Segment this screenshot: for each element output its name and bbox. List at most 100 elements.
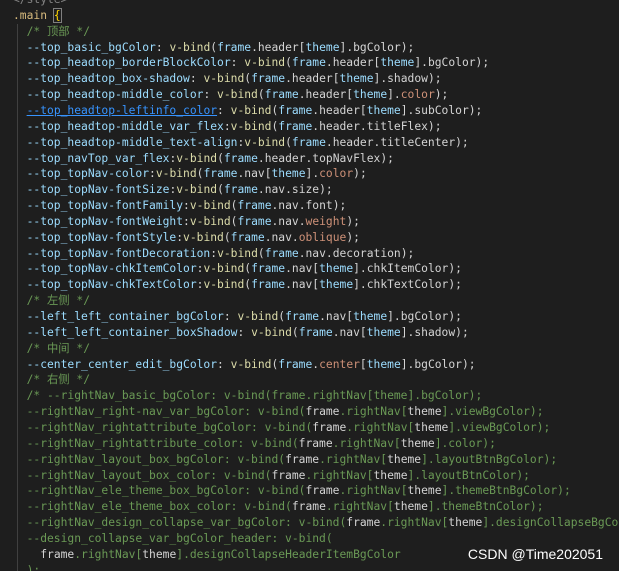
code-token: frame <box>251 72 286 86</box>
code-line[interactable]: --top_topNav-fontWeight:v-bind(frame.nav… <box>13 214 360 230</box>
code-token: v-bind <box>230 103 272 117</box>
code-token: frame <box>217 40 252 54</box>
code-token: .nav. <box>264 230 299 244</box>
code-line[interactable]: --top_headtop_borderBlockColor: v-bind(f… <box>13 55 490 71</box>
code-line[interactable]: /* 顶部 */ <box>13 24 90 40</box>
code-line[interactable]: ); <box>13 563 41 571</box>
code-token: theme <box>319 262 354 276</box>
code-token: ].bgColor); <box>414 56 490 70</box>
code-token: frame <box>298 436 333 450</box>
code-token: --top_topNav-fontSize <box>13 183 170 197</box>
code-line[interactable]: --top_headtop-middle_text-align:v-bind(f… <box>13 135 469 151</box>
code-line[interactable]: --top_topNav-chkItemColor:v-bind(frame.n… <box>13 261 462 277</box>
code-token: .rightNav[ <box>380 516 449 530</box>
code-token: frame <box>278 103 313 117</box>
code-token: frame <box>285 310 320 323</box>
code-token: v-bind <box>203 262 245 276</box>
code-line[interactable]: --center_center_edit_bgColor: v-bind(fra… <box>13 357 476 373</box>
code-token: : <box>223 310 238 323</box>
code-line[interactable]: --top_topNav-chkTextColor:v-bind(frame.n… <box>13 277 462 293</box>
code-line[interactable]: /* 右侧 */ <box>13 372 90 388</box>
code-line[interactable]: --top_topNav-color:v-bind(frame.nav[them… <box>13 166 367 182</box>
code-line[interactable]: --left_left_container_boxShadow: v-bind(… <box>13 325 469 341</box>
code-token: theme <box>373 468 408 482</box>
code-token: v-bind <box>189 214 231 228</box>
code-token: </style> <box>13 0 67 6</box>
code-line[interactable]: --rightNav_ele_theme_box_color: v-bind(f… <box>13 499 544 515</box>
code-token: --top_headtop-middle_color <box>13 88 204 102</box>
code-line[interactable]: /* 中间 */ <box>13 341 90 357</box>
code-line[interactable]: --rightNav_layout_box_color: v-bind(fram… <box>13 468 530 484</box>
code-token: v-bind( <box>264 420 313 434</box>
code-token: color <box>400 88 435 102</box>
code-token: .rightNav[ <box>305 468 374 482</box>
code-token: --top_topNav-chkItemColor <box>13 262 197 276</box>
code-line[interactable]: /* --rightNav_basic_bgColor: v-bind(fram… <box>13 388 483 404</box>
code-line[interactable]: --top_headtop-middle_var_flex:v-bind(fra… <box>13 119 442 135</box>
code-token: v-bind( <box>237 452 286 466</box>
code-token: .rightNav[ <box>339 405 408 419</box>
code-line[interactable]: --rightNav_design_collapse_var_bgColor: … <box>13 515 619 531</box>
code-token: v-bind <box>251 325 292 339</box>
code-token: /* 左侧 */ <box>13 294 91 308</box>
code-token: --left_left_container_boxShadow <box>13 325 238 339</box>
code-line[interactable]: --top_basic_bgColor: v-bind(frame.header… <box>13 40 415 56</box>
code-token: v-bind <box>244 56 286 70</box>
code-token: --rightNav_layout_box_color: <box>13 468 224 482</box>
code-line[interactable]: --rightNav_right-nav_var_bgColor: v-bind… <box>13 404 544 420</box>
code-token: theme <box>393 500 428 514</box>
code-token: v-bind <box>183 230 224 244</box>
code-line[interactable]: </style> <box>13 0 67 8</box>
code-token: v-bind( <box>251 436 299 450</box>
code-token: .rightNav[ <box>332 436 401 450</box>
code-token: : <box>237 325 252 339</box>
code-line[interactable]: --top_headtop-leftinfo_color: v-bind(fra… <box>13 103 483 119</box>
code-token: ].viewBgColor); <box>448 420 551 434</box>
code-token: : <box>149 167 156 181</box>
code-token: .rightNav[ <box>346 420 415 434</box>
code-token: /* 顶部 */ <box>13 24 91 38</box>
code-line[interactable]: --left_left_container_bgColor: v-bind(fr… <box>13 309 462 325</box>
code-token: --left_left_container_bgColor <box>13 310 224 323</box>
code-token: theme <box>387 452 422 466</box>
code-token: theme <box>305 40 340 54</box>
code-token: ].shadow); <box>400 325 469 339</box>
code-editor[interactable]: </style>.main { /* 顶部 */ --top_basic_bgC… <box>0 0 619 571</box>
code-line[interactable]: /* 左侧 */ <box>13 293 90 309</box>
code-token: v-bind <box>217 246 258 260</box>
code-token: ].themeBtnColor); <box>427 500 544 514</box>
code-line[interactable]: --rightNav_layout_box_bgColor: v-bind(fr… <box>13 452 558 468</box>
code-line[interactable]: --top_headtop_box-shadow: v-bind(frame.h… <box>13 71 442 87</box>
code-token: .header[ <box>285 72 340 86</box>
code-token: --top_topNav-fontDecoration <box>13 246 211 260</box>
code-token: --top_topNav-color <box>13 167 150 181</box>
code-line[interactable]: frame.rightNav[theme].designCollapseHead… <box>13 547 401 563</box>
code-token: theme <box>271 167 306 181</box>
code-token: ].layoutBtnColor); <box>407 468 530 482</box>
code-line[interactable]: --top_topNav-fontDecoration:v-bind(frame… <box>13 246 415 262</box>
code-token: v-bind <box>244 135 286 149</box>
code-line[interactable]: --rightNav_rightattribute_bgColor: v-bin… <box>13 420 551 436</box>
code-token: --top_headtop_borderBlockColor <box>13 56 231 70</box>
code-token: ].designCollapseHeaderItemBgColor <box>176 547 401 561</box>
code-line[interactable]: --top_topNav-fontSize:v-bind(frame.nav.s… <box>13 182 333 198</box>
code-token: ].color); <box>434 436 496 450</box>
code-token: .header.titleFlex); <box>312 119 442 133</box>
code-line[interactable]: --top_topNav-fontStyle:v-bind(frame.nav.… <box>13 230 360 246</box>
code-line[interactable]: --top_headtop-middle_color: v-bind(frame… <box>13 87 449 103</box>
code-token: ].chkTextColor); <box>353 278 462 292</box>
code-line[interactable]: .main { <box>13 7 62 24</box>
code-line[interactable]: --design_collapse_var_bgColor_header: v-… <box>13 531 333 547</box>
code-token: ]. <box>305 167 320 181</box>
code-token: frame <box>278 357 313 371</box>
code-token: /* 右侧 */ <box>13 373 91 387</box>
code-token: ].bgColor); <box>387 310 462 323</box>
code-line[interactable]: --top_topNav-fontFamily:v-bind(frame.nav… <box>13 198 347 214</box>
code-line[interactable]: --rightNav_ele_theme_box_bgColor: v-bind… <box>13 483 571 499</box>
code-token: theme <box>319 278 354 292</box>
code-token: --top_headtop_box-shadow <box>13 72 190 86</box>
code-line[interactable]: --rightNav_rightattribute_color: v-bind(… <box>13 436 496 452</box>
code-token: .nav.decoration); <box>298 246 415 260</box>
code-line[interactable]: --top_navTop_var_flex:v-bind(frame.heade… <box>13 151 394 167</box>
code-token: : <box>217 357 231 371</box>
